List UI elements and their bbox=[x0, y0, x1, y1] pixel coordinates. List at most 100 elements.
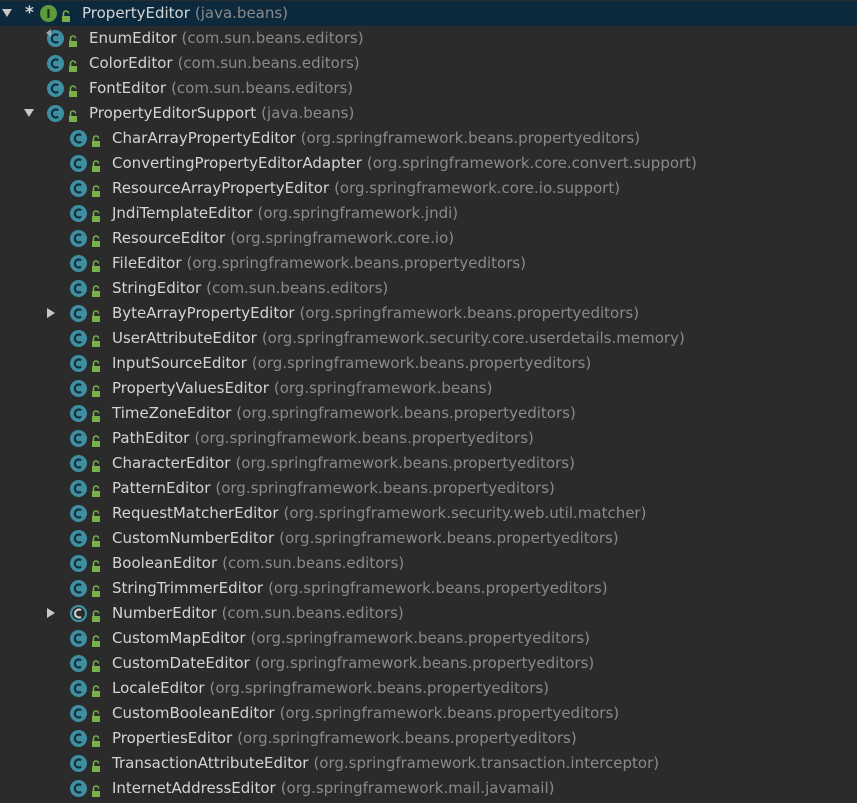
tree-row-request-matcher-editor[interactable]: RequestMatcherEditor (org.springframework… bbox=[0, 501, 857, 526]
package-name: (org.springframework.beans.propertyedito… bbox=[251, 354, 592, 372]
tree-node-label: FileEditor (org.springframework.beans.pro… bbox=[112, 251, 526, 276]
tree-node-label: CustomDateEditor (org.springframework.bea… bbox=[112, 651, 594, 676]
tree-row-char-array-property-editor[interactable]: CharArrayPropertyEditor (org.springframew… bbox=[0, 126, 857, 151]
class-name: LocaleEditor bbox=[112, 679, 205, 697]
package-name: (com.sun.beans.editors) bbox=[221, 604, 404, 622]
class-name: JndiTemplateEditor bbox=[112, 204, 253, 222]
tree-node-label: CharacterEditor (org.springframework.bean… bbox=[112, 451, 575, 476]
tree-row-input-source-editor[interactable]: InputSourceEditor (org.springframework.be… bbox=[0, 351, 857, 376]
public-lock-icon bbox=[91, 433, 101, 447]
public-lock-icon bbox=[91, 708, 101, 722]
class-name: ResourceArrayPropertyEditor bbox=[112, 179, 330, 197]
tree-row-character-editor[interactable]: CharacterEditor (org.springframework.bean… bbox=[0, 451, 857, 476]
tree-row-transaction-attribute-editor[interactable]: TransactionAttributeEditor (org.springfra… bbox=[0, 751, 857, 776]
public-lock-icon bbox=[91, 533, 101, 547]
class-icon bbox=[69, 704, 88, 723]
package-name: (org.springframework.beans.propertyedito… bbox=[237, 729, 577, 747]
tree-row-enum-editor[interactable]: EnumEditor (com.sun.beans.editors) bbox=[0, 26, 857, 51]
tree-row-pattern-editor[interactable]: PatternEditor (org.springframework.beans.… bbox=[0, 476, 857, 501]
tree-node-label: PropertyEditorSupport (java.beans) bbox=[89, 101, 354, 126]
class-icon bbox=[69, 229, 88, 248]
package-name: (org.springframework.beans.propertyedito… bbox=[254, 654, 595, 672]
class-icon bbox=[69, 504, 88, 523]
tree-row-time-zone-editor[interactable]: TimeZoneEditor (org.springframework.beans… bbox=[0, 401, 857, 426]
package-name: (org.springframework.beans.propertyedito… bbox=[194, 429, 534, 447]
public-lock-icon bbox=[91, 283, 101, 297]
class-icon bbox=[69, 529, 88, 548]
tree-node-label: TransactionAttributeEditor (org.springfra… bbox=[112, 751, 659, 776]
tree-row-string-editor[interactable]: StringEditor (com.sun.beans.editors) bbox=[0, 276, 857, 301]
tree-node-label: InternetAddressEditor (org.springframewor… bbox=[112, 776, 555, 801]
tree-row-internet-address-editor[interactable]: InternetAddressEditor (org.springframewor… bbox=[0, 776, 857, 801]
tree-row-boolean-editor[interactable]: BooleanEditor (com.sun.beans.editors) bbox=[0, 551, 857, 576]
public-lock-icon bbox=[91, 758, 101, 772]
expand-arrow-icon[interactable] bbox=[1, 7, 13, 19]
tree-row-file-editor[interactable]: FileEditor (org.springframework.beans.pro… bbox=[0, 251, 857, 276]
public-lock-icon bbox=[91, 383, 101, 397]
tree-row-custom-number-editor[interactable]: CustomNumberEditor (org.springframework.b… bbox=[0, 526, 857, 551]
tree-node-label: ResourceEditor (org.springframework.core.… bbox=[112, 226, 454, 251]
tree-row-resource-editor[interactable]: ResourceEditor (org.springframework.core.… bbox=[0, 226, 857, 251]
tree-row-user-attribute-editor[interactable]: UserAttributeEditor (org.springframework.… bbox=[0, 326, 857, 351]
tree-row-jndi-template-editor[interactable]: JndiTemplateEditor (org.springframework.j… bbox=[0, 201, 857, 226]
class-name: CharacterEditor bbox=[112, 454, 231, 472]
svg-text:I: I bbox=[46, 7, 50, 21]
collapse-arrow-icon[interactable] bbox=[45, 307, 57, 319]
class-icon bbox=[69, 129, 88, 148]
class-name: UserAttributeEditor bbox=[112, 329, 257, 347]
package-name: (org.springframework.beans.propertyedito… bbox=[279, 704, 620, 722]
tree-row-property-values-editor[interactable]: PropertyValuesEditor (org.springframework… bbox=[0, 376, 857, 401]
tree-node-label: InputSourceEditor (org.springframework.be… bbox=[112, 351, 591, 376]
tree-row-properties-editor[interactable]: PropertiesEditor (org.springframework.bea… bbox=[0, 726, 857, 751]
tree-row-property-editor-support[interactable]: PropertyEditorSupport (java.beans) bbox=[0, 101, 857, 126]
tree-row-converting-property-editor-adapter[interactable]: ConvertingPropertyEditorAdapter (org.spri… bbox=[0, 151, 857, 176]
tree-row-custom-date-editor[interactable]: CustomDateEditor (org.springframework.bea… bbox=[0, 651, 857, 676]
public-lock-icon bbox=[91, 583, 101, 597]
tree-node-label: PropertyEditor (java.beans) bbox=[82, 1, 288, 26]
tree-row-color-editor[interactable]: ColorEditor (com.sun.beans.editors) bbox=[0, 51, 857, 76]
tree-node-label: StringEditor (com.sun.beans.editors) bbox=[112, 276, 388, 301]
tree-row-custom-boolean-editor[interactable]: CustomBooleanEditor (org.springframework.… bbox=[0, 701, 857, 726]
public-lock-icon bbox=[68, 108, 78, 122]
class-name: PropertiesEditor bbox=[112, 729, 233, 747]
tree-row-property-editor[interactable]: * I PropertyEditor (java.beans) bbox=[0, 1, 857, 26]
package-name: (org.springframework.core.io) bbox=[230, 229, 455, 247]
class-icon bbox=[69, 754, 88, 773]
star-icon: * bbox=[25, 3, 34, 23]
package-name: (org.springframework.security.web.util.m… bbox=[283, 504, 647, 522]
class-name: StringEditor bbox=[112, 279, 202, 297]
class-icon bbox=[69, 204, 88, 223]
package-name: (com.sun.beans.editors) bbox=[181, 29, 364, 47]
tree-row-locale-editor[interactable]: LocaleEditor (org.springframework.beans.p… bbox=[0, 676, 857, 701]
tree-node-label: NumberEditor (com.sun.beans.editors) bbox=[112, 601, 404, 626]
class-name: CustomNumberEditor bbox=[112, 529, 275, 547]
type-hierarchy-tree[interactable]: * I PropertyEditor (java.beans) EnumEditor (c… bbox=[0, 0, 857, 803]
class-name: PropertyEditorSupport bbox=[89, 104, 257, 122]
tree-row-font-editor[interactable]: FontEditor (com.sun.beans.editors) bbox=[0, 76, 857, 101]
public-lock-icon bbox=[68, 83, 78, 97]
public-lock-icon bbox=[91, 133, 101, 147]
package-name: (org.springframework.security.core.userd… bbox=[261, 329, 685, 347]
class-name: PathEditor bbox=[112, 429, 190, 447]
tree-row-number-editor[interactable]: NumberEditor (com.sun.beans.editors) bbox=[0, 601, 857, 626]
class-icon bbox=[69, 154, 88, 173]
class-name: CharArrayPropertyEditor bbox=[112, 129, 296, 147]
class-icon bbox=[69, 654, 88, 673]
public-lock-icon bbox=[68, 33, 78, 47]
collapse-arrow-icon[interactable] bbox=[45, 607, 57, 619]
tree-row-custom-map-editor[interactable]: CustomMapEditor (org.springframework.bean… bbox=[0, 626, 857, 651]
tree-row-string-trimmer-editor[interactable]: StringTrimmerEditor (org.springframework.… bbox=[0, 576, 857, 601]
public-lock-icon bbox=[91, 558, 101, 572]
tree-row-path-editor[interactable]: PathEditor (org.springframework.beans.pro… bbox=[0, 426, 857, 451]
package-name: (org.springframework.transaction.interce… bbox=[313, 754, 660, 772]
expand-arrow-icon[interactable] bbox=[23, 107, 35, 119]
package-name: (java.beans) bbox=[261, 104, 355, 122]
package-name: (org.springframework.beans.propertyedito… bbox=[235, 454, 575, 472]
package-name: (org.springframework.beans.propertyedito… bbox=[299, 304, 640, 322]
tree-row-resource-array-property-editor[interactable]: ResourceArrayPropertyEditor (org.springfr… bbox=[0, 176, 857, 201]
tree-row-byte-array-property-editor[interactable]: ByteArrayPropertyEditor (org.springframew… bbox=[0, 301, 857, 326]
class-icon bbox=[69, 429, 88, 448]
tree-node-label: StringTrimmerEditor (org.springframework.… bbox=[112, 576, 608, 601]
class-icon bbox=[69, 679, 88, 698]
class-name: PropertyEditor bbox=[82, 4, 190, 22]
